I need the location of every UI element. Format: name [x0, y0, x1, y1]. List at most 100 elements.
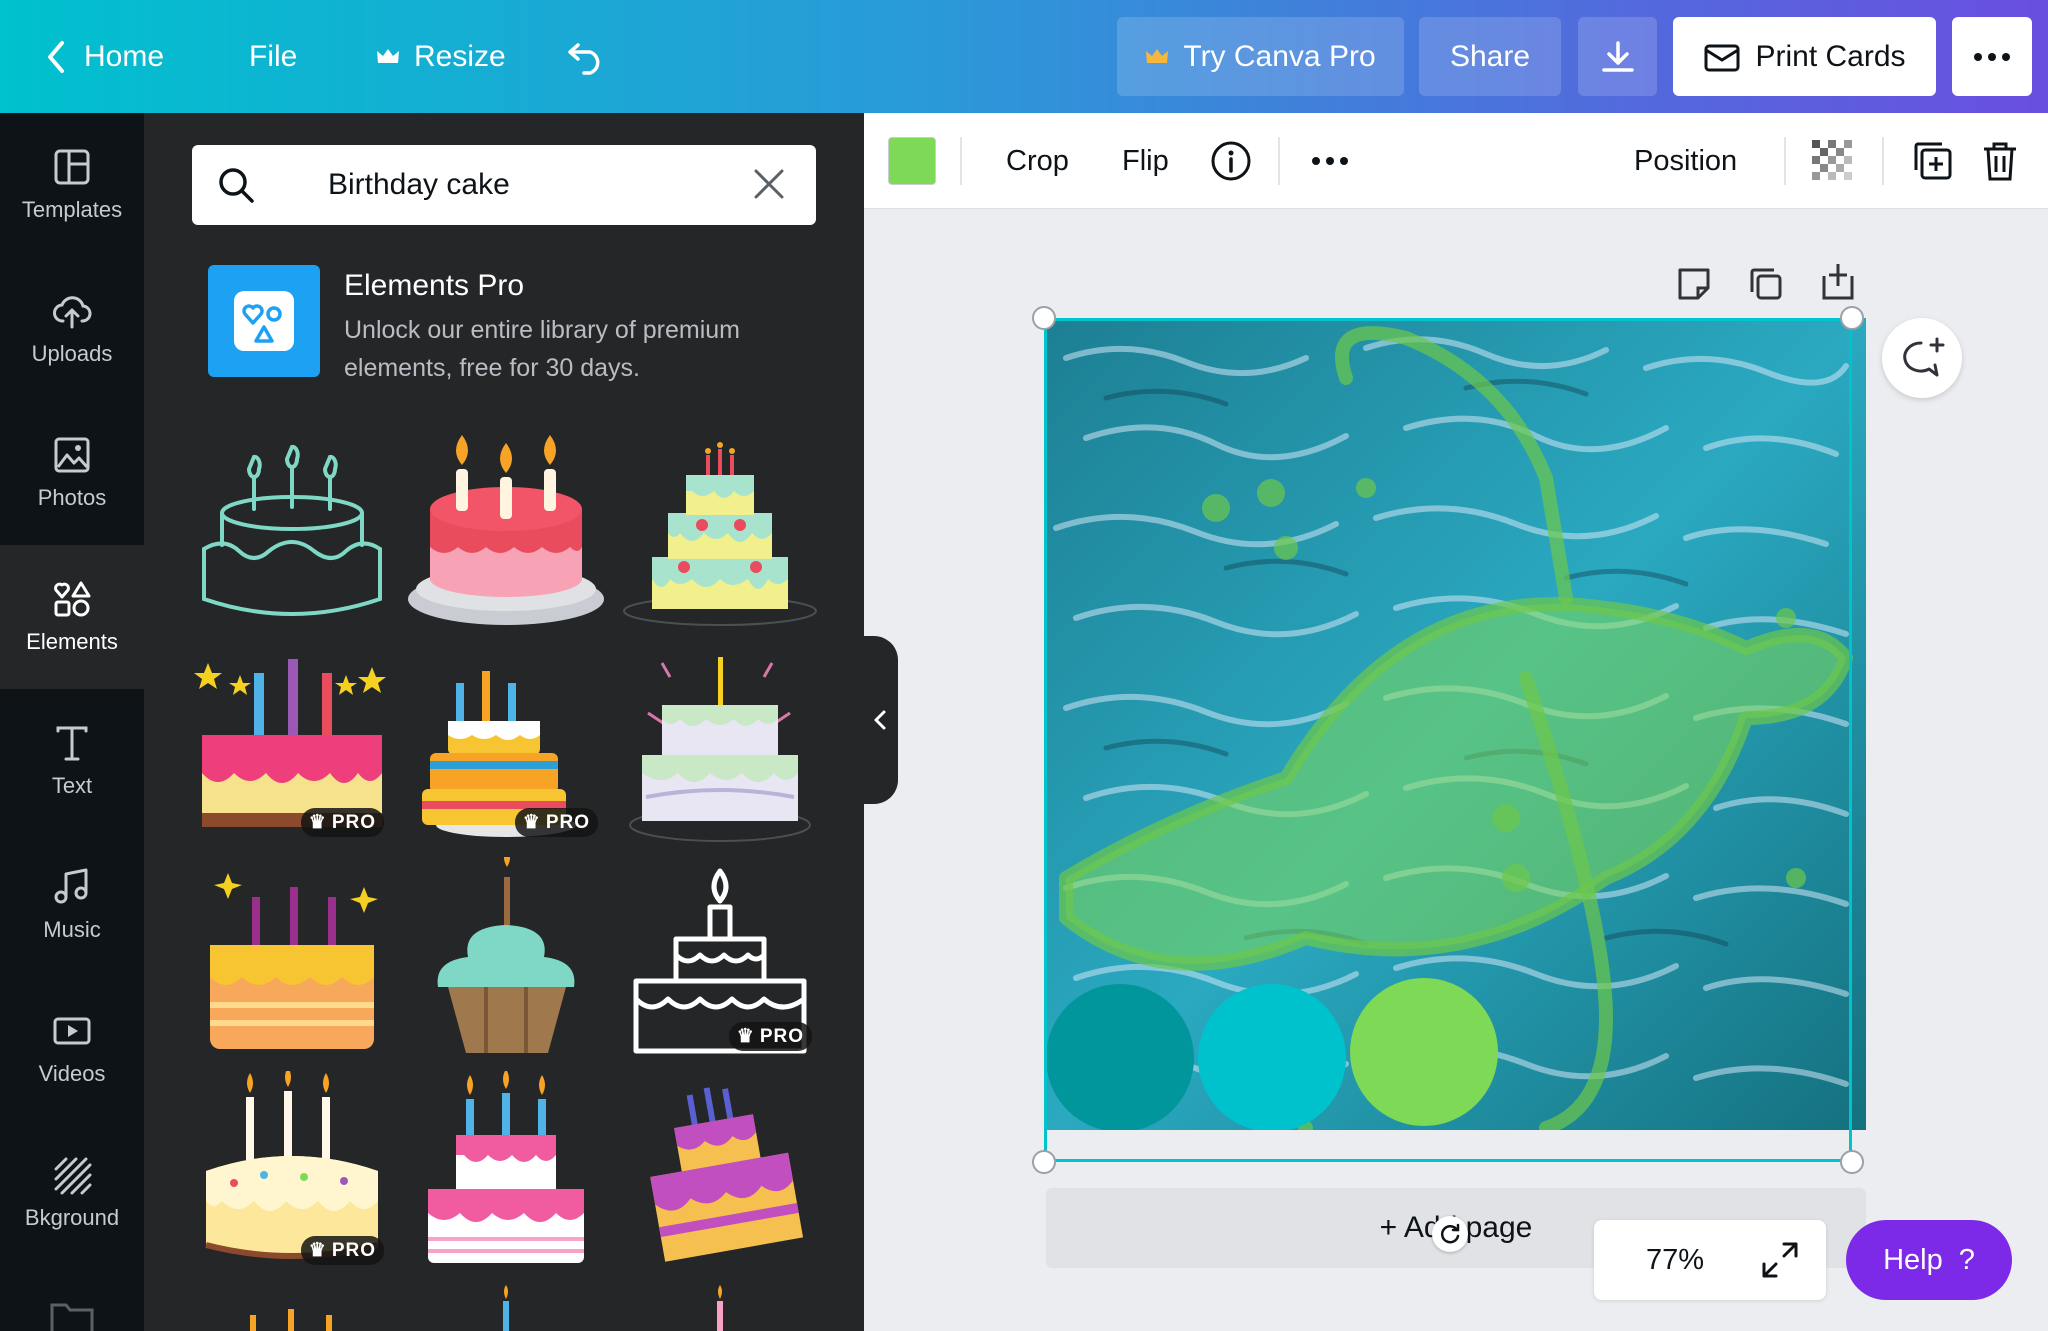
- close-icon[interactable]: [752, 167, 786, 201]
- crown-icon: ♛: [308, 812, 327, 833]
- download-button[interactable]: [1578, 17, 1657, 96]
- flip-label: Flip: [1122, 144, 1169, 177]
- elements-panel: Birthday cake Elements Pro Unlock our en…: [144, 113, 864, 1331]
- rotate-handle[interactable]: [1432, 1216, 1468, 1252]
- print-cards-label: Print Cards: [1755, 39, 1906, 73]
- zoom-control[interactable]: 77%: [1594, 1220, 1826, 1300]
- nav-elements[interactable]: Elements: [0, 545, 144, 689]
- cupcake-element[interactable]: [408, 851, 604, 1057]
- position-label: Position: [1634, 144, 1738, 177]
- cake-element-pink-stars[interactable]: ♛ PRO: [194, 643, 390, 843]
- cake-element-line-art[interactable]: ♛ PRO: [622, 857, 818, 1057]
- cake-element-sprinkles[interactable]: ♛ PRO: [194, 1067, 390, 1271]
- nav-videos[interactable]: Videos: [0, 977, 144, 1121]
- cake-element-yellow[interactable]: [194, 857, 390, 1057]
- cake-element-partial[interactable]: [622, 1285, 818, 1331]
- folder-icon[interactable]: [50, 1301, 94, 1331]
- undo-button[interactable]: [566, 0, 606, 113]
- resize-button[interactable]: Resize: [376, 0, 506, 113]
- crown-icon: ♛: [308, 1240, 327, 1261]
- resize-handle-top-left[interactable]: [1032, 306, 1056, 330]
- selection-outline: [1044, 318, 1852, 1162]
- cake-element-colorful[interactable]: ♛ PRO: [408, 643, 604, 843]
- resize-handle-bottom-right[interactable]: [1840, 1150, 1864, 1174]
- cloud-upload-icon: [53, 296, 92, 329]
- nav-music[interactable]: Music: [0, 833, 144, 977]
- cake-element-mint-tiered[interactable]: [622, 429, 818, 629]
- nav-music-label: Music: [43, 917, 101, 942]
- search-input[interactable]: Birthday cake: [328, 168, 510, 202]
- toolbar-divider: [1278, 137, 1280, 185]
- cake-element-red[interactable]: [408, 429, 604, 629]
- toolbar-divider: [960, 137, 962, 185]
- help-button[interactable]: Help ?: [1846, 1220, 2012, 1300]
- info-button[interactable]: [1210, 113, 1252, 209]
- cake-element-pink-tiered[interactable]: [408, 1069, 604, 1271]
- color-swatch[interactable]: [888, 137, 936, 185]
- try-pro-button[interactable]: Try Canva Pro: [1117, 17, 1404, 96]
- cake-element-partial[interactable]: [408, 1285, 604, 1331]
- nav-photos[interactable]: Photos: [0, 401, 144, 545]
- text-icon: [56, 726, 88, 761]
- cake-element-partial[interactable]: [194, 1285, 390, 1331]
- nav-background-label: Bkground: [24, 1205, 120, 1230]
- nav-background[interactable]: Bkground: [0, 1121, 144, 1265]
- crown-icon: ♛: [736, 1026, 755, 1047]
- download-icon: [1601, 40, 1634, 72]
- chevron-left-icon: [48, 40, 64, 73]
- trash-icon: [1984, 142, 2016, 181]
- comment-add-icon: [1903, 337, 1945, 377]
- file-menu[interactable]: File: [249, 0, 297, 113]
- position-button[interactable]: Position: [1634, 113, 1737, 209]
- pro-badge-label: PRO: [331, 1239, 376, 1261]
- home-button[interactable]: Home: [44, 0, 164, 113]
- video-icon: [53, 1017, 91, 1045]
- home-label: Home: [84, 39, 165, 73]
- notes-icon[interactable]: [1676, 266, 1712, 302]
- share-button[interactable]: Share: [1419, 17, 1561, 96]
- share-label: Share: [1449, 39, 1531, 73]
- side-nav: Templates Uploads Photos Elements Text M…: [0, 113, 144, 1331]
- transparency-button[interactable]: [1812, 113, 1854, 209]
- toolbar-divider: [1882, 137, 1884, 185]
- file-label: File: [249, 39, 298, 73]
- crop-label: Crop: [1006, 144, 1069, 177]
- nav-uploads[interactable]: Uploads: [0, 257, 144, 401]
- nav-photos-label: Photos: [37, 485, 107, 510]
- resize-handle-top-right[interactable]: [1840, 306, 1864, 330]
- add-comment-button[interactable]: [1882, 318, 1962, 398]
- cake-element-purple-tilted[interactable]: [622, 1071, 818, 1271]
- print-cards-button[interactable]: Print Cards: [1673, 17, 1936, 96]
- duplicate-icon: [1914, 142, 1952, 180]
- nav-templates[interactable]: Templates: [0, 113, 144, 257]
- nav-uploads-label: Uploads: [31, 341, 113, 366]
- nav-text-label: Text: [51, 773, 93, 798]
- flip-button[interactable]: Flip: [1122, 113, 1169, 209]
- try-pro-label: Try Canva Pro: [1183, 39, 1376, 73]
- fullscreen-icon[interactable]: [1760, 1240, 1800, 1280]
- pro-badge: ♛ PRO: [728, 1022, 812, 1051]
- cake-element-lavender[interactable]: [622, 643, 818, 843]
- search-box[interactable]: Birthday cake: [192, 145, 816, 225]
- resize-handle-bottom-left[interactable]: [1032, 1150, 1056, 1174]
- more-horizontal-icon: [1974, 52, 2010, 61]
- duplicate-page-icon[interactable]: [1748, 266, 1784, 302]
- crown-icon: [1146, 48, 1169, 63]
- crop-button[interactable]: Crop: [1006, 113, 1069, 209]
- collapse-panel-button[interactable]: [862, 636, 898, 804]
- promo-title[interactable]: Elements Pro: [344, 269, 524, 303]
- zoom-level[interactable]: 77%: [1646, 1220, 1704, 1300]
- duplicate-button[interactable]: [1912, 113, 1954, 209]
- pro-badge: ♛ PRO: [300, 1236, 384, 1265]
- cake-element-outline[interactable]: [194, 429, 390, 629]
- toolbar-divider: [1784, 137, 1786, 185]
- search-icon: [219, 168, 254, 203]
- more-options-button[interactable]: [1952, 17, 2032, 96]
- crown-icon: ♛: [522, 812, 541, 833]
- more-tools-button[interactable]: [1310, 113, 1350, 209]
- add-page-icon[interactable]: [1820, 262, 1856, 302]
- delete-button[interactable]: [1980, 113, 2020, 209]
- nav-text[interactable]: Text: [0, 689, 144, 833]
- elements-pro-logo[interactable]: [208, 265, 320, 377]
- crown-icon: [377, 48, 399, 63]
